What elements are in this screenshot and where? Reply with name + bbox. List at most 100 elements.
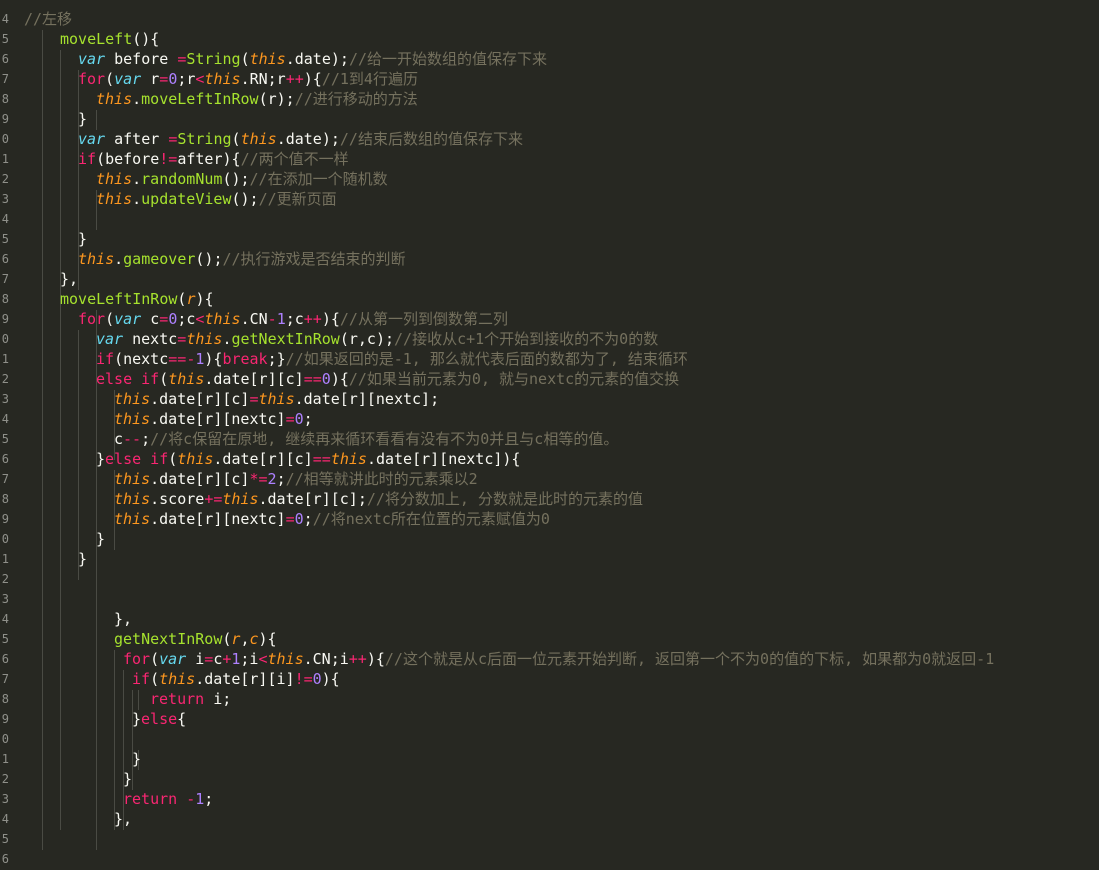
code-line[interactable]: }: [78, 549, 1099, 569]
code-token: ;: [204, 790, 214, 808]
code-token: 2: [267, 470, 277, 488]
code-line[interactable]: var before =String(this.date);//给一开始数组的值…: [78, 49, 1099, 69]
code-line[interactable]: [0, 829, 1099, 849]
code-line[interactable]: },: [114, 809, 1099, 829]
code-line[interactable]: [0, 849, 1099, 869]
code-token: 1: [195, 790, 205, 808]
code-token: updateView: [141, 190, 232, 208]
code-token: .date[r][c]: [150, 390, 250, 408]
code-token: }: [78, 110, 88, 128]
code-token: .CN;i: [303, 650, 349, 668]
line-number: 9: [1, 112, 9, 126]
code-line[interactable]: }else{: [132, 709, 1099, 729]
code-token: .score: [150, 490, 205, 508]
code-token: //如果当前元素为0, 就与nextc的元素的值交换: [348, 370, 680, 388]
code-token: this: [96, 90, 133, 108]
code-token: //进行移动的方法: [294, 90, 418, 108]
code-line[interactable]: return -1;: [123, 789, 1099, 809]
code-token: var: [78, 130, 106, 148]
code-token: //如果返回的是-1, 那么就代表后面的数都为了, 结束循环: [285, 350, 688, 368]
code-token: *=: [249, 470, 268, 488]
code-token: this: [222, 490, 259, 508]
code-token: .CN: [240, 310, 268, 328]
code-line[interactable]: c--;//将c保留在原地, 继续再来循环看看有没有不为0并且与c相等的值。: [114, 429, 1099, 449]
code-token: },: [60, 270, 79, 288]
code-token: (: [105, 310, 115, 328]
code-line[interactable]: else if(this.date[r][c]==0){//如果当前元素为0, …: [96, 369, 1099, 389]
code-token: =: [159, 310, 169, 328]
code-token: this: [114, 410, 151, 428]
code-token: .date[r][c]: [213, 450, 313, 468]
code-line[interactable]: var after =String(this.date);//结束后数组的值保存…: [78, 129, 1099, 149]
code-token: (: [150, 650, 160, 668]
line-number: 5: [1, 432, 9, 446]
code-line[interactable]: this.score+=this.date[r][c];//将分数加上, 分数就…: [114, 489, 1099, 509]
code-token: !=: [294, 670, 313, 688]
code-token: this: [96, 190, 133, 208]
code-token: i: [186, 650, 205, 668]
code-token: }: [123, 770, 133, 788]
code-token: ;: [303, 510, 313, 528]
code-line[interactable]: [132, 729, 1099, 749]
code-token: //将c保留在原地, 继续再来循环看看有没有不为0并且与c相等的值。: [150, 430, 619, 448]
code-token: .: [114, 250, 124, 268]
code-token: 0: [168, 310, 178, 328]
code-line[interactable]: this.gameover();//执行游戏是否结束的判断: [78, 249, 1099, 269]
code-line[interactable]: [96, 209, 1099, 229]
line-number: 4: [1, 612, 9, 626]
code-line[interactable]: }: [96, 529, 1099, 549]
code-editor[interactable]: 4 5 6 7 8 9 0 1 2 3 4 5 6 7 8 9 0 1 2 3 4 5 6 7 8 9 0 1 2 3 4 5 6 7 8 9 0 1 2 3…: [0, 0, 1099, 870]
code-token: //将分数加上, 分数就是此时的元素的值: [366, 490, 643, 508]
code-line[interactable]: moveLeftInRow(r){: [60, 289, 1099, 309]
code-line[interactable]: for(var c=0;c<this.CN-1;c++){//从第一列到倒数第二…: [78, 309, 1099, 329]
code-line[interactable]: this.updateView();//更新页面: [96, 189, 1099, 209]
code-line[interactable]: }: [78, 229, 1099, 249]
code-token: this: [240, 130, 277, 148]
code-line[interactable]: this.date[r][c]=this.date[r][nextc];: [114, 389, 1099, 409]
code-line[interactable]: if(this.date[r][i]!=0){: [132, 669, 1099, 689]
code-token: this: [159, 670, 196, 688]
code-token: nextc: [123, 330, 178, 348]
code-token: (: [105, 70, 115, 88]
code-line[interactable]: moveLeft(){: [60, 29, 1099, 49]
code-token: return: [123, 790, 178, 808]
line-number: 5: [1, 32, 9, 46]
code-line[interactable]: this.randomNum();//在添加一个随机数: [96, 169, 1099, 189]
indent-guide: [114, 650, 115, 830]
code-line[interactable]: },: [60, 269, 1099, 289]
line-number: 9: [1, 312, 9, 326]
code-line[interactable]: this.date[r][nextc]=0;//将nextc所在位置的元素赋值为…: [114, 509, 1099, 529]
code-line[interactable]: if(before!=after){//两个值不一样: [78, 149, 1099, 169]
code-line[interactable]: //左移: [24, 9, 1099, 29]
code-token: //这个就是从c后面一位元素开始判断, 返回第一个不为0的值的下标, 如果都为0…: [384, 650, 995, 668]
code-token: c: [249, 630, 259, 648]
code-token: .date);: [276, 130, 340, 148]
line-number: 8: [1, 92, 9, 106]
code-line[interactable]: this.date[r][nextc]=0;: [114, 409, 1099, 429]
line-number: 9: [1, 512, 9, 526]
code-token: //两个值不一样: [240, 150, 349, 168]
code-line[interactable]: this.moveLeftInRow(r);//进行移动的方法: [96, 89, 1099, 109]
code-line[interactable]: if(nextc==-1){break;}//如果返回的是-1, 那么就代表后面…: [96, 349, 1099, 369]
code-line[interactable]: for(var i=c+1;i<this.CN;i++){//这个就是从c后面一…: [123, 649, 1099, 669]
code-token: c: [114, 430, 124, 448]
code-line[interactable]: [78, 589, 1099, 609]
code-token: after: [105, 130, 169, 148]
code-line[interactable]: }else if(this.date[r][c]==this.date[r][n…: [96, 449, 1099, 469]
code-line[interactable]: for(var r=0;r<this.RN;r++){//1到4行遍历: [78, 69, 1099, 89]
code-token: 0: [294, 410, 304, 428]
code-token: ;r: [177, 70, 196, 88]
code-line[interactable]: },: [114, 609, 1099, 629]
code-line[interactable]: var nextc=this.getNextInRow(r,c);//接收从c+…: [96, 329, 1099, 349]
code-line[interactable]: return i;: [150, 689, 1099, 709]
code-token: .date[r][c];: [258, 490, 367, 508]
code-line[interactable]: [78, 569, 1099, 589]
code-token: -: [186, 790, 196, 808]
code-line[interactable]: }: [78, 109, 1099, 129]
code-line[interactable]: getNextInRow(r,c){: [114, 629, 1099, 649]
code-token: (r,c);: [339, 330, 395, 348]
code-line[interactable]: }: [123, 769, 1099, 789]
code-line[interactable]: this.date[r][c]*=2;//相等就讲此时的元素乘以2: [114, 469, 1099, 489]
code-line[interactable]: }: [132, 749, 1099, 769]
code-token: (: [240, 50, 250, 68]
